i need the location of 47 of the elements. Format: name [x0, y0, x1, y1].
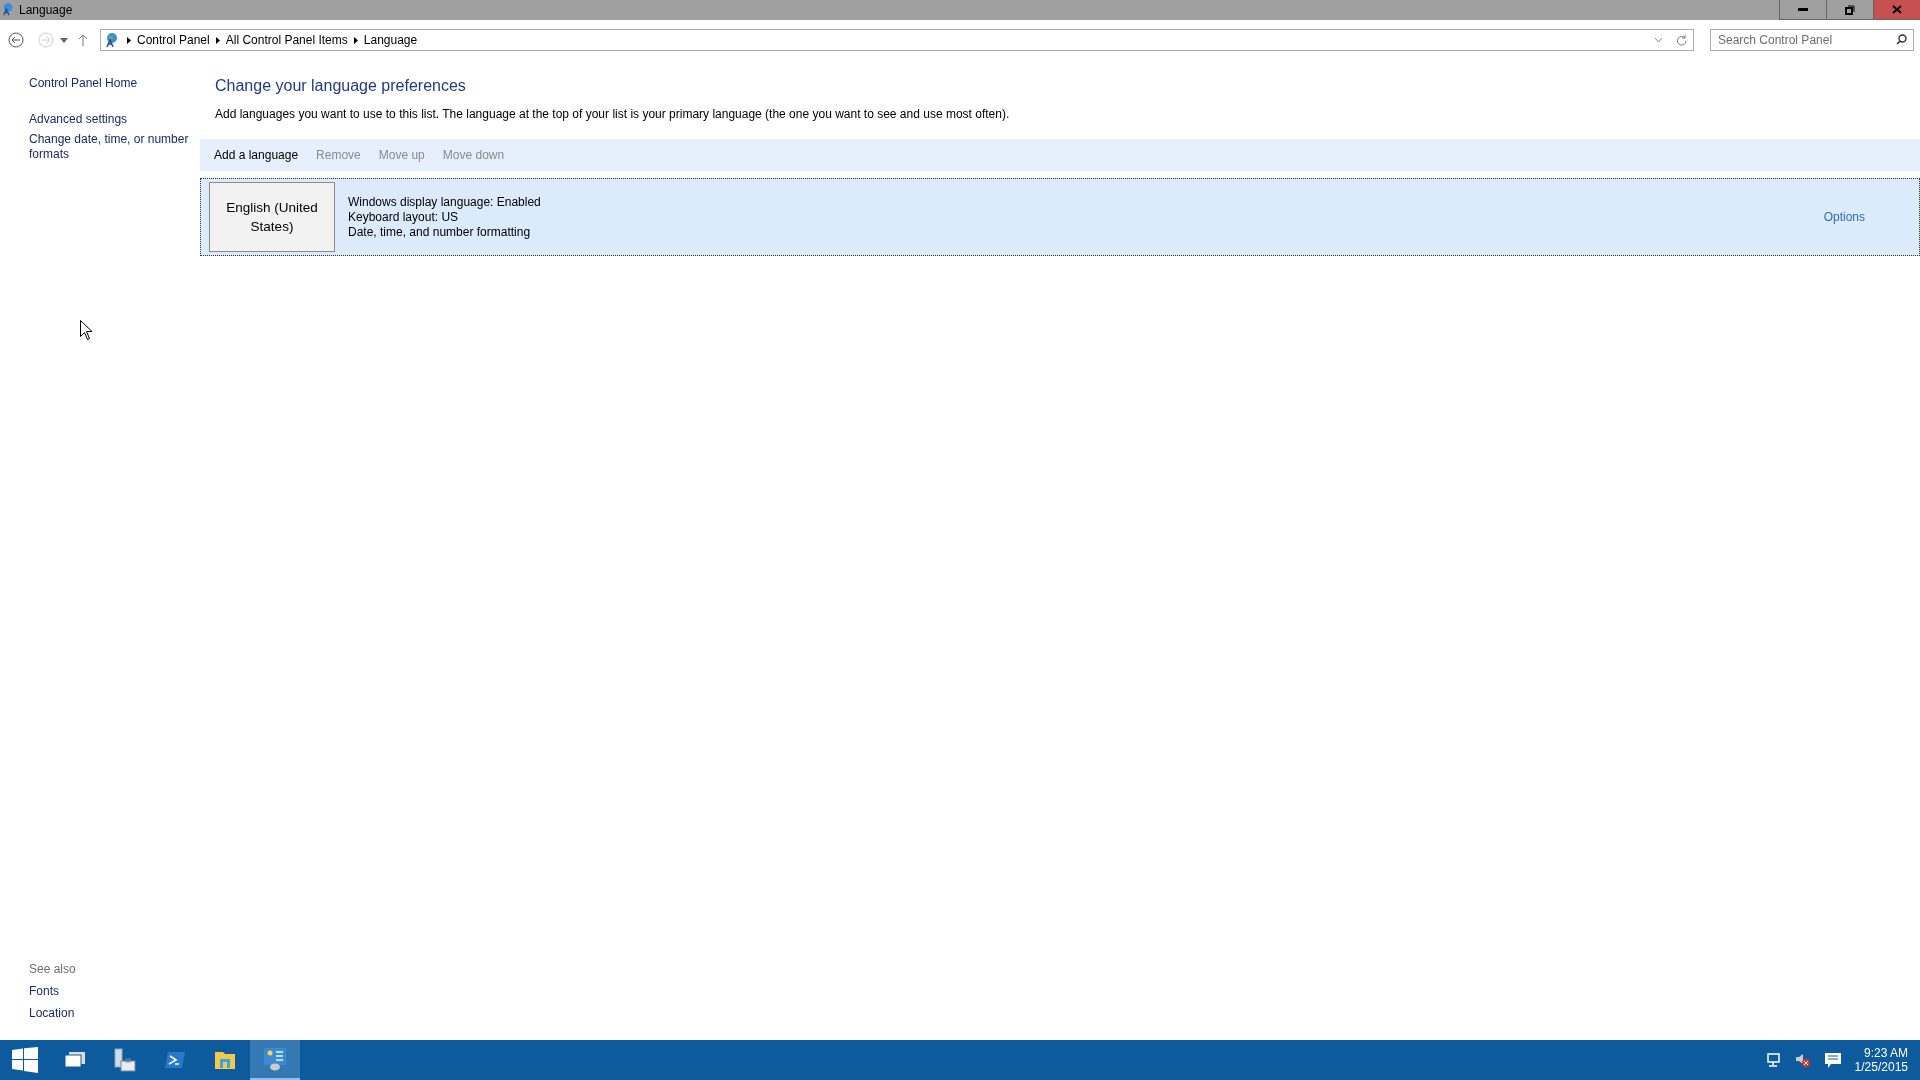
dropdown-icon[interactable] [60, 37, 68, 43]
language-detail: Windows display language: Enabled [348, 194, 541, 210]
control-panel-icon [263, 1047, 287, 1071]
options-link[interactable]: Options [1823, 210, 1865, 224]
language-row[interactable]: English (United States) Windows display language: Enabled Keyboard layout: US Date, time, and number formatting Options [200, 178, 1920, 256]
chevron-right-icon [127, 36, 131, 44]
network-icon[interactable] [1764, 1053, 1781, 1067]
notification-icon[interactable] [1824, 1052, 1841, 1068]
sidebar-link[interactable]: Control Panel Home [29, 76, 194, 91]
clock[interactable]: 9:23 AM 1/25/2015 [1854, 1046, 1908, 1074]
search-field[interactable]: Search Control Panel [1710, 29, 1914, 51]
see-also-link[interactable]: Fonts [29, 984, 200, 998]
window-title: Language [19, 2, 73, 17]
see-also-link[interactable]: Location [29, 1006, 200, 1020]
back-icon[interactable] [8, 32, 24, 48]
folder-icon [214, 1050, 236, 1070]
breadcrumb[interactable]: Language [363, 33, 418, 47]
see-also-heading: See also [29, 962, 77, 976]
description: Add languages you want to use to this list. The language at the top of your list is your primary language (the one you want to see and use most often). [215, 107, 1011, 121]
up-arrow-icon[interactable] [78, 34, 88, 46]
chevron-down-icon[interactable] [1655, 38, 1662, 42]
breadcrumb[interactable]: Control Panel [137, 33, 210, 47]
language-detail: Keyboard layout: US [348, 209, 460, 225]
refresh-icon[interactable] [1676, 34, 1687, 46]
address-bar[interactable]: Control Panel All Control Panel Items Language [100, 29, 1694, 51]
chevron-right-icon [215, 36, 220, 44]
breadcrumb[interactable]: All Control Panel Items [225, 33, 348, 47]
taskbar-button[interactable] [250, 1040, 300, 1080]
restore-icon [1845, 4, 1855, 15]
minimize-icon [1798, 8, 1808, 11]
minimize-button[interactable] [1779, 0, 1826, 20]
mouse-cursor-icon [80, 320, 92, 340]
close-button[interactable] [1873, 0, 1920, 20]
close-icon [1892, 5, 1902, 14]
server-manager-icon [113, 1048, 137, 1072]
language-detail: Date, time, and number formatting [348, 224, 532, 240]
sidebar-link[interactable]: Change date, time, or number formats [29, 132, 194, 162]
language-tile: English (United States) [209, 182, 335, 252]
page-heading: Change your language preferences [215, 77, 467, 95]
search-icon [1896, 34, 1907, 45]
powershell-icon [164, 1050, 186, 1070]
toolbar-button[interactable]: Add a language [214, 148, 299, 162]
windows-logo-icon [12, 1047, 38, 1073]
speaker-muted-icon[interactable] [1794, 1053, 1811, 1067]
task-view-icon [64, 1051, 86, 1069]
chevron-right-icon [353, 36, 358, 44]
sidebar-link[interactable]: Advanced settings [29, 112, 194, 127]
